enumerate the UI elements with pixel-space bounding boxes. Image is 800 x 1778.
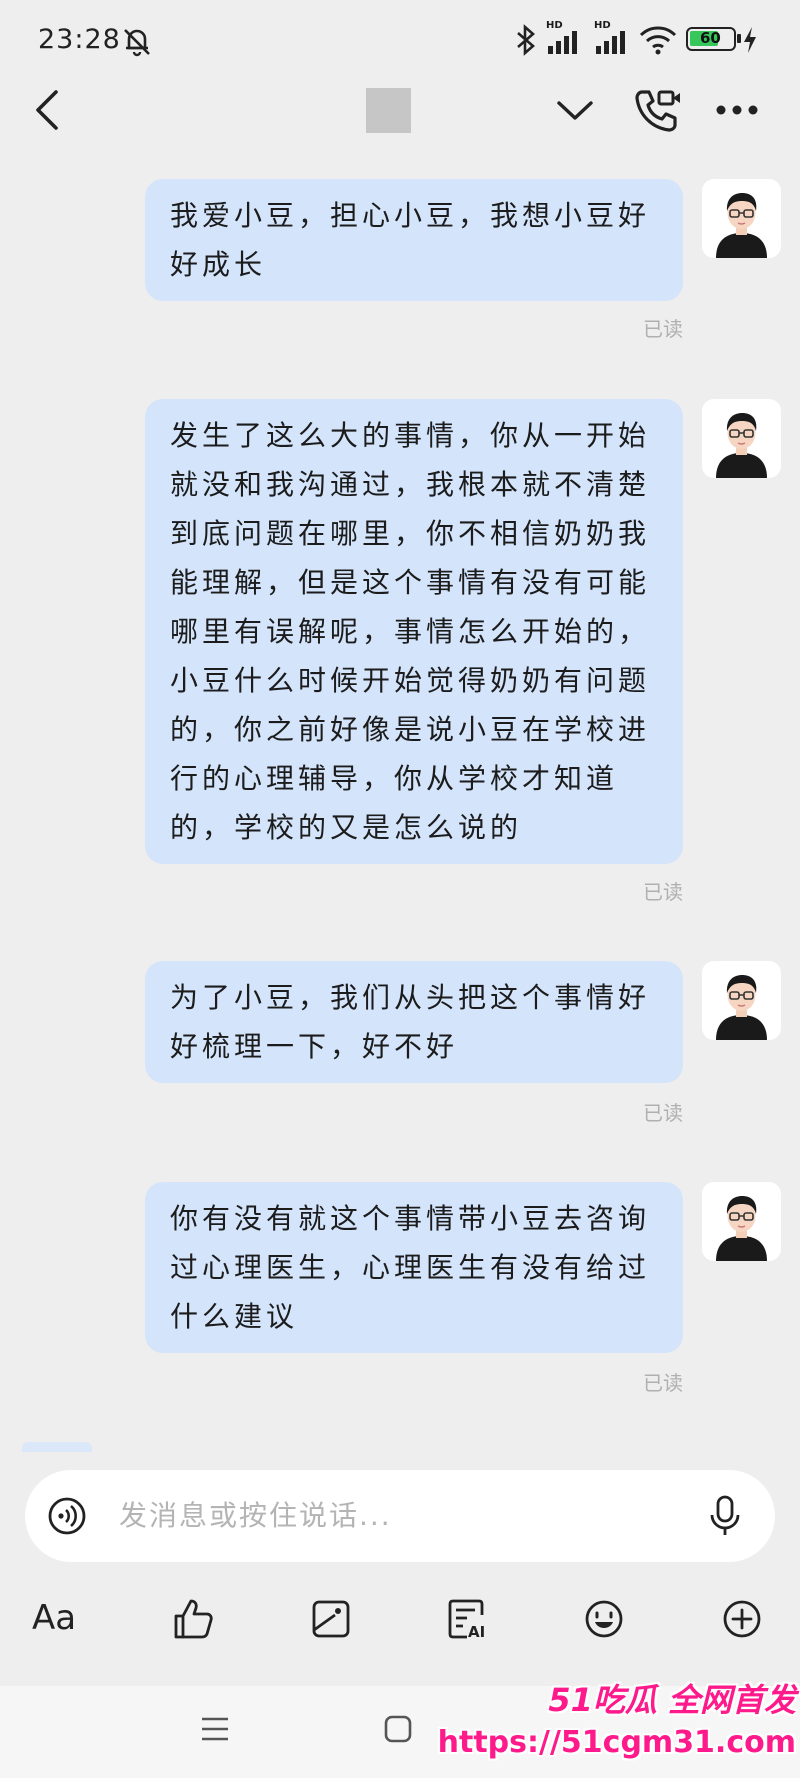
user-avatar[interactable] <box>702 179 781 258</box>
watermark-url: https://51cgm31.com <box>437 1725 796 1760</box>
message-line: 行的心理辅导，你从学校才知道 <box>170 762 619 795</box>
message-line: 我爱小豆，担心小豆，我想小豆好 <box>170 199 651 232</box>
user-avatar[interactable] <box>702 1182 781 1261</box>
video-call-icon[interactable] <box>632 86 684 134</box>
charging-icon <box>744 27 756 53</box>
bluetooth-icon <box>517 24 535 56</box>
battery-percent: 60 <box>700 29 721 47</box>
message-line: 什么建议 <box>170 1300 299 1333</box>
read-status: 已读 <box>643 317 683 341</box>
signal-icon-2: HD <box>594 20 640 54</box>
message-line: 好梳理一下，好不好 <box>170 1030 459 1063</box>
message-line: 发生了这么大的事情，你从一开始 <box>170 419 651 452</box>
back-icon[interactable] <box>30 88 66 132</box>
ai-badge: AI <box>468 1623 485 1641</box>
contact-avatar[interactable] <box>366 88 411 133</box>
message-input[interactable]: 发消息或按住说话... <box>25 1470 775 1562</box>
chevron-down-icon[interactable] <box>555 95 595 125</box>
status-time: 23:28 <box>38 24 121 55</box>
message-line: 为了小豆，我们从头把这个事情好 <box>170 981 651 1014</box>
message-bubble[interactable]: 为了小豆，我们从头把这个事情好 好梳理一下，好不好 <box>145 961 683 1083</box>
message-line: 小豆什么时候开始觉得奶奶有问题 <box>170 664 651 697</box>
message-line: 能理解，但是这个事情有没有可能 <box>170 566 651 599</box>
menu-icon[interactable] <box>199 1713 231 1745</box>
message-line: 好成长 <box>170 248 267 281</box>
thumbs-up-icon[interactable] <box>171 1597 215 1641</box>
avatar-illustration <box>716 413 767 478</box>
message-bubble[interactable]: 我爱小豆，担心小豆，我想小豆好 好成长 <box>145 179 683 301</box>
partial-bubble <box>22 1442 92 1452</box>
read-status: 已读 <box>643 1371 683 1395</box>
user-avatar[interactable] <box>702 961 781 1040</box>
message-bubble[interactable]: 发生了这么大的事情，你从一开始 就没和我沟通过，我根本就不清楚 到底问题在哪里，… <box>145 399 683 864</box>
voice-icon[interactable] <box>47 1496 87 1536</box>
read-status: 已读 <box>643 1101 683 1125</box>
message-bubble[interactable]: 你有没有就这个事情带小豆去咨询 过心理医生，心理医生有没有给过 什么建议 <box>145 1182 683 1353</box>
wifi-icon <box>639 26 677 55</box>
image-icon[interactable] <box>309 1597 353 1641</box>
home-icon[interactable] <box>382 1713 414 1745</box>
message-line: 过心理医生，心理医生有没有给过 <box>170 1251 651 1284</box>
message-line: 的，学校的又是怎么说的 <box>170 811 523 844</box>
emoji-icon[interactable] <box>582 1597 626 1641</box>
signal-icon-1: HD <box>546 20 592 54</box>
more-icon[interactable] <box>712 100 762 120</box>
plus-icon[interactable] <box>720 1597 764 1641</box>
message-line: 就没和我沟通过，我根本就不清楚 <box>170 468 651 501</box>
battery-icon: 60 <box>686 27 741 51</box>
font-style-button[interactable]: Aa <box>32 1596 76 1640</box>
mic-icon[interactable] <box>707 1494 743 1538</box>
watermark-title: 51吃瓜 全网首发 <box>548 1681 796 1719</box>
user-avatar[interactable] <box>702 399 781 478</box>
input-placeholder: 发消息或按住说话... <box>119 1499 392 1532</box>
avatar-illustration <box>716 975 767 1040</box>
avatar-illustration <box>716 193 767 258</box>
mute-bell-icon <box>124 29 150 57</box>
message-line: 哪里有误解呢，事情怎么开始的， <box>170 615 651 648</box>
avatar-illustration <box>716 1196 767 1261</box>
message-line: 的，你之前好像是说小豆在学校进 <box>170 713 651 746</box>
message-line: 到底问题在哪里，你不相信奶奶我 <box>170 517 651 550</box>
ai-text-icon[interactable]: AI <box>445 1597 489 1641</box>
message-line: 你有没有就这个事情带小豆去咨询 <box>170 1202 651 1235</box>
read-status: 已读 <box>643 880 683 904</box>
